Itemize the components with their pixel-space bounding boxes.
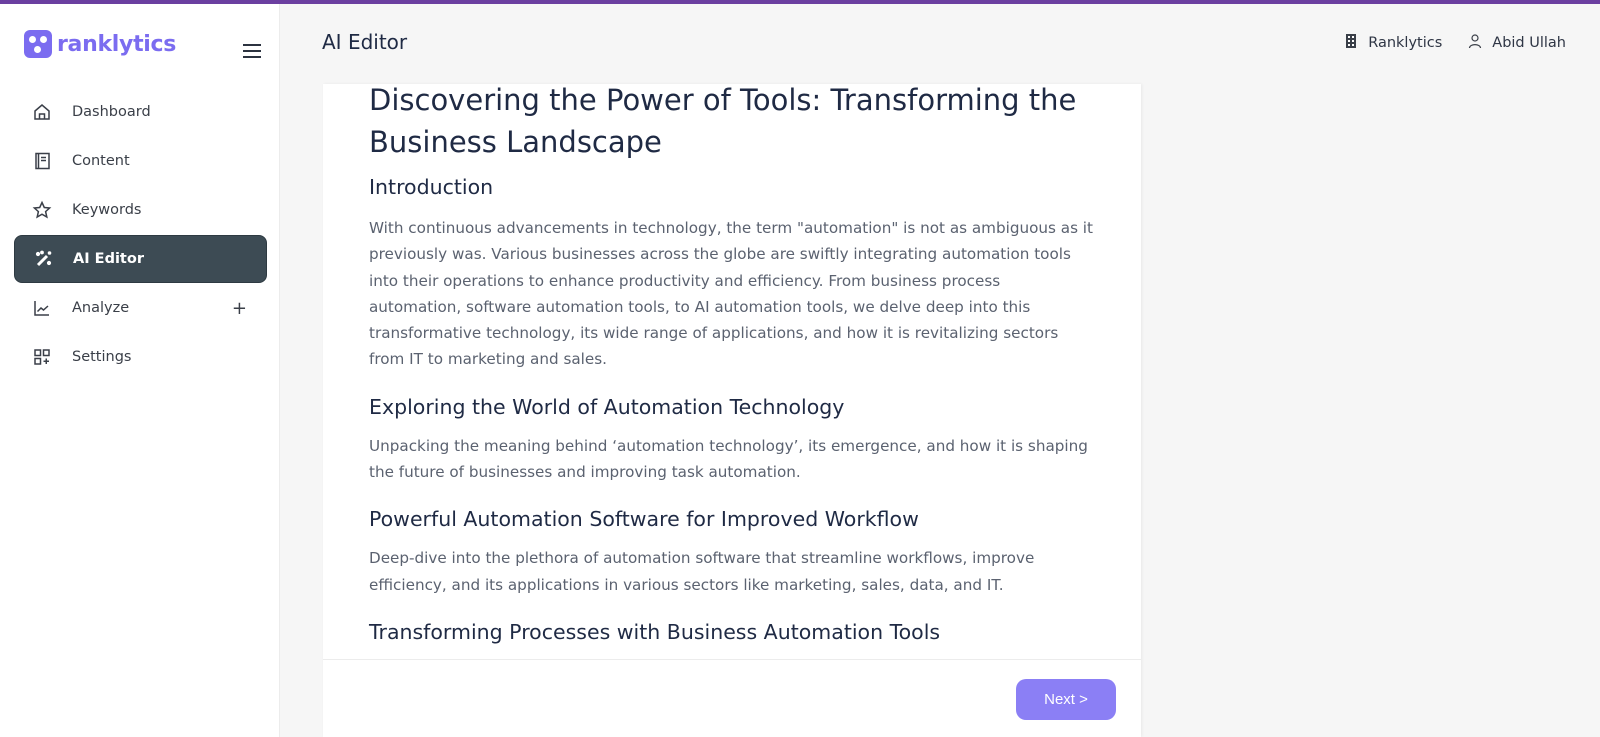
- brand-name: ranklytics: [57, 31, 177, 57]
- document-icon: [32, 151, 52, 171]
- section-heading: Powerful Automation Software for Improve…: [369, 507, 919, 532]
- page-title: AI Editor: [322, 30, 408, 54]
- section-body: Deep-dive into the plethora of automatio…: [369, 549, 1035, 594]
- sidebar-item-ai-editor[interactable]: AI Editor: [14, 235, 267, 283]
- sidebar-item-keywords[interactable]: Keywords: [14, 186, 267, 234]
- grid-plus-icon: [32, 347, 52, 367]
- building-icon: [1344, 34, 1358, 52]
- sidebar-nav: Dashboard Content Keywords AI Editor Ana…: [14, 88, 267, 382]
- sidebar-item-label: Dashboard: [72, 104, 151, 120]
- section-heading: Introduction: [369, 175, 494, 199]
- sidebar-item-label: Content: [72, 153, 130, 169]
- user-name: Abid Ullah: [1492, 35, 1566, 51]
- star-icon: [32, 200, 52, 220]
- sidebar-item-label: Analyze: [72, 300, 130, 316]
- section-body: With continuous advancements in technolo…: [369, 219, 1093, 369]
- brand-logo[interactable]: ranklytics: [24, 30, 176, 58]
- sidebar-item-label: Settings: [72, 349, 132, 365]
- sidebar-item-content[interactable]: Content: [14, 137, 267, 185]
- chart-line-icon: [32, 298, 52, 318]
- section-heading: Transforming Processes with Business Aut…: [369, 619, 941, 644]
- sidebar-item-dashboard[interactable]: Dashboard: [14, 88, 267, 136]
- user-menu[interactable]: Abid Ullah: [1468, 34, 1566, 52]
- sidebar: ranklytics Dashboard Content Keywords AI…: [0, 4, 280, 737]
- expand-plus-icon[interactable]: +: [232, 298, 247, 319]
- document-title: Discovering the Power of Tools: Transfor…: [369, 84, 1077, 159]
- editor-card: Discovering the Power of Tools: Transfor…: [323, 84, 1141, 737]
- editor-footer: Next >: [323, 659, 1141, 737]
- magic-wand-icon: [33, 249, 53, 269]
- menu-toggle-icon[interactable]: [243, 44, 261, 58]
- workspace-name: Ranklytics: [1368, 35, 1443, 51]
- next-button[interactable]: Next >: [1016, 679, 1116, 720]
- sidebar-item-settings[interactable]: Settings: [14, 333, 267, 381]
- section-heading: Exploring the World of Automation Techno…: [369, 394, 845, 419]
- logo-icon: [24, 30, 52, 58]
- editor-content[interactable]: Discovering the Power of Tools: Transfor…: [323, 84, 1141, 659]
- workspace-switcher[interactable]: Ranklytics: [1344, 34, 1442, 52]
- home-icon: [32, 102, 52, 122]
- sidebar-item-label: Keywords: [72, 202, 142, 218]
- header-actions: Ranklytics Abid Ullah: [1344, 34, 1566, 52]
- section-body: Unpacking the meaning behind ‘automation…: [369, 436, 1088, 482]
- sidebar-item-label: AI Editor: [73, 251, 144, 267]
- sidebar-item-analyze[interactable]: Analyze +: [14, 284, 267, 332]
- user-icon: [1468, 34, 1482, 52]
